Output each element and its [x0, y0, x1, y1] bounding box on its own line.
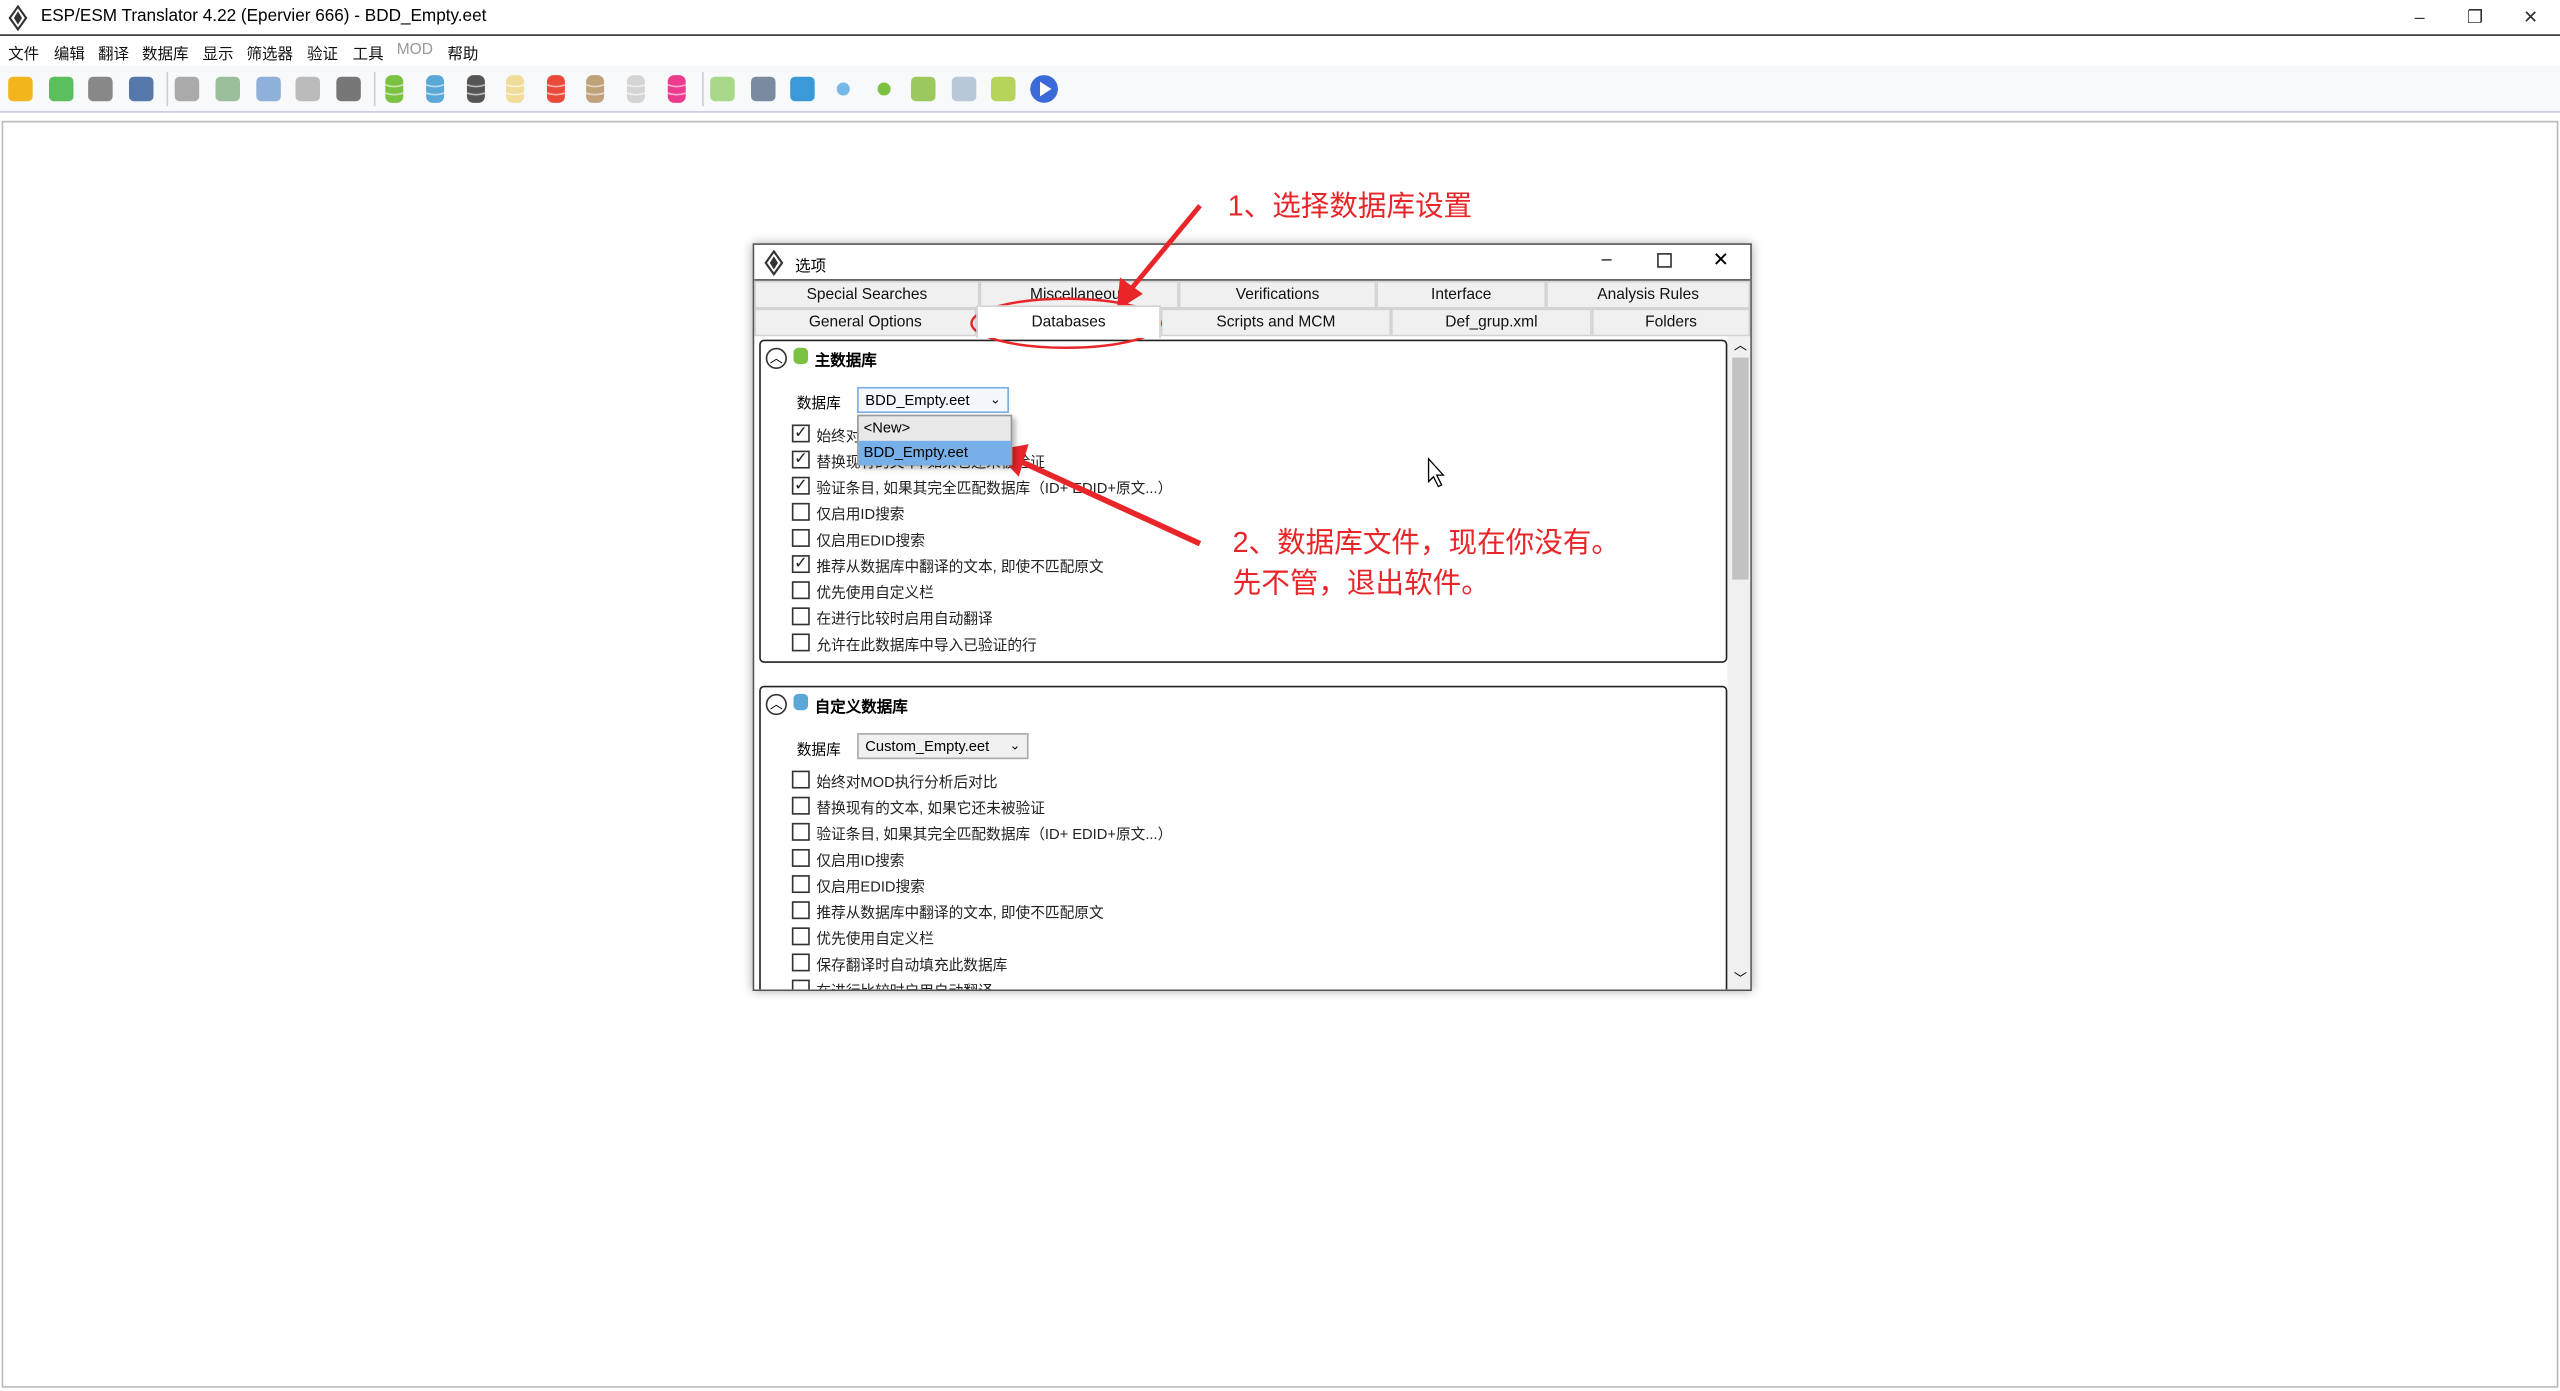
- annotation-step1: 1、选择数据库设置: [1227, 189, 1473, 223]
- annotation-step2-line1: 2、数据库文件，现在你没有。: [1232, 525, 1620, 559]
- dropdown-option-bdd-empty[interactable]: BDD_Empty.eet: [858, 440, 1011, 466]
- annotation-step2-line2: 先不管，退出软件。: [1232, 566, 1490, 600]
- arrow-1: [1116, 204, 1202, 311]
- dropdown-option-new[interactable]: <New>: [859, 416, 1011, 440]
- tab-databases[interactable]: Databases: [976, 305, 1161, 338]
- main-db-dropdown: <New> BDD_Empty.eet: [857, 414, 1013, 466]
- mouse-cursor-icon: [1427, 457, 1445, 488]
- arrow-2: [994, 444, 1202, 547]
